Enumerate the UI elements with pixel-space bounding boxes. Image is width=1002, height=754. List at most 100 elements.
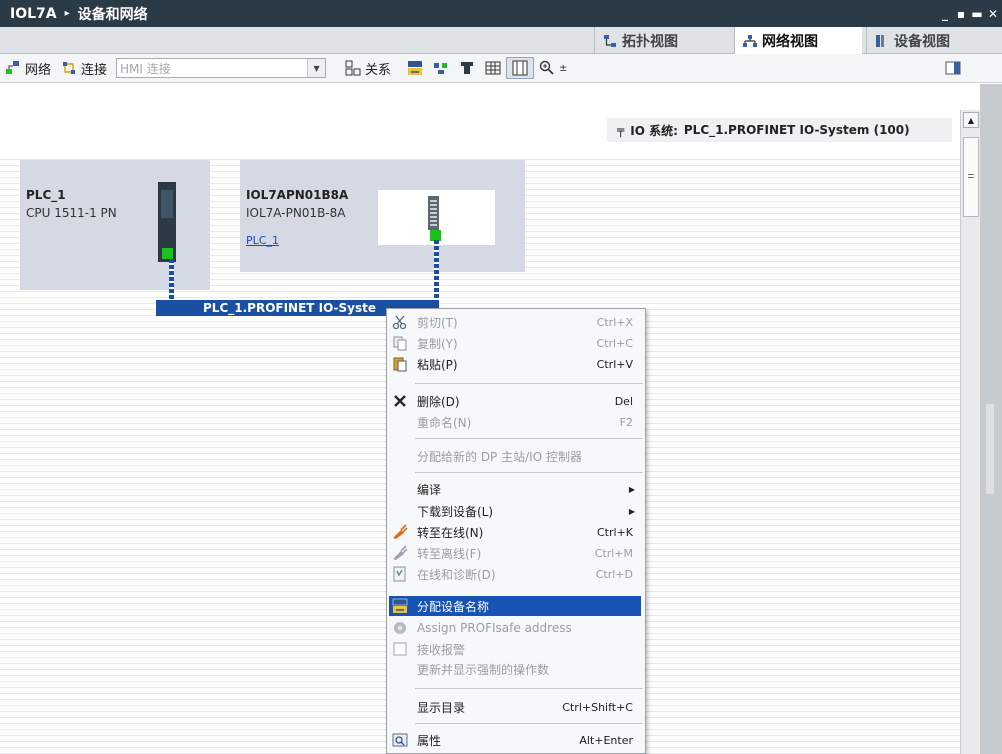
delete-icon [394, 395, 406, 407]
table-toggle-button[interactable] [506, 57, 535, 79]
menu-separator [415, 472, 643, 473]
tab-network-label: 网络视图 [762, 33, 818, 50]
menu-item-go-offline[interactable]: 转至离线(F) Ctrl+M [387, 543, 645, 563]
assign-name-toolbar-button[interactable] [402, 57, 428, 79]
menu-item-rename[interactable]: 重命名(N) F2 [387, 412, 645, 432]
menu-item-shortcut: Ctrl+M [594, 546, 633, 560]
menu-item-shortcut: Ctrl+X [596, 315, 633, 329]
menu-item-cut[interactable]: 剪切(T) Ctrl+X [387, 312, 645, 332]
menu-item-receive-alarms[interactable]: 接收报警 [387, 639, 645, 659]
menu-item-label: 下载到设备(L) [417, 504, 494, 519]
io-system-name: PLC_1.PROFINET IO-System (100) [683, 123, 910, 137]
network-button[interactable]: 网络 [0, 57, 56, 79]
menu-item-label: Assign PROFIsafe address [417, 621, 572, 635]
tab-device-label: 设备视图 [894, 33, 950, 50]
tab-topology-view[interactable]: 拓扑视图 [594, 27, 729, 54]
network-button-label: 网络 [25, 62, 52, 78]
checkbox-icon[interactable] [392, 641, 408, 657]
menu-item-label: 转至离线(F) [417, 546, 482, 561]
connection-type-select[interactable]: HMI 连接 ▼ [116, 58, 327, 78]
menu-separator [415, 688, 643, 689]
properties-icon [392, 733, 408, 747]
network-overview-icon [434, 63, 448, 74]
go-online-icon [393, 524, 408, 539]
io-device[interactable]: IOL7APN01B8A IOL7A-PN01B-8A PLC_1 [240, 160, 525, 272]
network-icon [743, 34, 757, 47]
network-overview-button[interactable] [428, 57, 454, 79]
plc-profinet-port[interactable] [162, 248, 173, 259]
window-controls: _ ▪ ▬ ✕ [938, 0, 1002, 27]
grid-toggle-button[interactable] [480, 57, 506, 79]
menu-item-online-diagnostics[interactable]: 在线和诊断(D) Ctrl+D [387, 564, 645, 584]
relations-button[interactable]: 关系 [340, 57, 396, 79]
panel-splitter[interactable] [986, 404, 994, 494]
profisafe-icon [394, 622, 406, 634]
menu-item-go-online[interactable]: 转至在线(N) Ctrl+K [387, 522, 645, 542]
menu-item-paste[interactable]: 粘贴(P) Ctrl+V [387, 354, 645, 374]
menu-item-update-forced-operands[interactable]: 更新并显示强制的操作数 [387, 659, 645, 679]
network-mode-icon [6, 61, 19, 74]
zoom-button[interactable]: ± [534, 57, 572, 79]
menu-item-assign-profisafe[interactable]: Assign PROFIsafe address [387, 618, 645, 638]
menu-item-copy[interactable]: 复制(Y) Ctrl+C [387, 333, 645, 353]
close-button[interactable]: ✕ [986, 6, 1000, 22]
tab-device-view[interactable]: 设备视图 [866, 27, 986, 54]
menu-item-download[interactable]: 下载到设备(L) ▶ [387, 501, 645, 521]
zoom-dropdown-icon[interactable]: ± [559, 63, 567, 74]
layout-icon [945, 61, 961, 75]
menu-item-shortcut: Ctrl+C [596, 336, 633, 350]
menu-item-assign-device-name[interactable]: 分配设备名称 [389, 596, 641, 616]
restore-button[interactable]: ▪ [954, 6, 968, 22]
copy-icon [393, 336, 407, 351]
menu-item-label: 编译 [417, 482, 442, 497]
menu-item-label: 分配设备名称 [417, 599, 490, 614]
menu-item-assign-controller[interactable]: 分配给新的 DP 主站/IO 控制器 [387, 446, 645, 466]
plc-device[interactable]: PLC_1 CPU 1511-1 PN [20, 160, 210, 290]
menu-item-shortcut: F2 [619, 415, 633, 429]
vertical-scrollbar[interactable]: ▲ [960, 110, 980, 754]
menu-item-compile[interactable]: 编译 ▶ [387, 479, 645, 499]
menu-item-label: 接收报警 [417, 642, 466, 657]
menu-item-label: 重命名(N) [417, 415, 472, 430]
tab-network-view[interactable]: 网络视图 [734, 27, 862, 54]
submenu-arrow-icon: ▶ [628, 506, 635, 516]
title-bar: IOL7A ▸ 设备和网络 _ ▪ ▬ ✕ [0, 0, 1002, 27]
breadcrumb-separator-icon: ▸ [64, 8, 70, 19]
context-menu: 剪切(T) Ctrl+X 复制(Y) Ctrl+C 粘贴(P) Ctrl+V 删… [386, 308, 646, 754]
profinet-subnet-label: PLC_1.PROFINET IO-Syste [203, 301, 377, 315]
tab-topology-label: 拓扑视图 [622, 33, 678, 50]
menu-item-label: 更新并显示强制的操作数 [417, 662, 550, 677]
go-offline-icon [393, 545, 408, 560]
menu-separator [415, 383, 643, 384]
zoom-icon [539, 60, 554, 75]
scroll-up-button[interactable]: ▲ [963, 112, 979, 128]
connections-button-label: 连接 [81, 62, 108, 78]
minimize-button[interactable]: _ [938, 6, 952, 22]
chevron-down-icon[interactable]: ▼ [307, 59, 326, 77]
menu-item-shortcut: Ctrl+Shift+C [562, 700, 633, 714]
io-device-name: IOL7APN01B8A [246, 188, 349, 202]
breadcrumb-project[interactable]: IOL7A [10, 6, 57, 22]
menu-item-show-catalog[interactable]: 显示目录 Ctrl+Shift+C [387, 697, 645, 717]
network-toolbar: 网络 连接 HMI 连接 ▼ 关系 ± [0, 54, 1002, 83]
menu-item-shortcut: Ctrl+K [596, 525, 633, 539]
menu-item-label: 显示目录 [417, 700, 466, 715]
menu-item-label: 属性 [417, 733, 442, 748]
panel-layout-button[interactable] [940, 57, 966, 79]
paste-icon [393, 357, 407, 372]
connections-button[interactable]: 连接 [56, 57, 112, 79]
device-view-icon [876, 34, 884, 47]
menu-item-label: 分配给新的 DP 主站/IO 控制器 [417, 449, 582, 464]
maximize-button[interactable]: ▬ [970, 6, 984, 22]
panel-toggle-button[interactable] [454, 57, 480, 79]
grid-icon [485, 61, 501, 75]
pin-icon[interactable]: ╤ [617, 123, 624, 137]
menu-item-properties[interactable]: 属性 Alt+Enter [387, 730, 645, 750]
relations-icon [345, 60, 361, 76]
menu-item-delete[interactable]: 删除(D) Del [387, 391, 645, 411]
io-controller-link[interactable]: PLC_1 [246, 234, 279, 247]
menu-item-shortcut: Ctrl+D [595, 567, 633, 581]
scroll-thumb[interactable] [963, 137, 979, 217]
breadcrumb-section: 设备和网络 [77, 6, 148, 23]
submenu-arrow-icon: ▶ [628, 484, 635, 494]
